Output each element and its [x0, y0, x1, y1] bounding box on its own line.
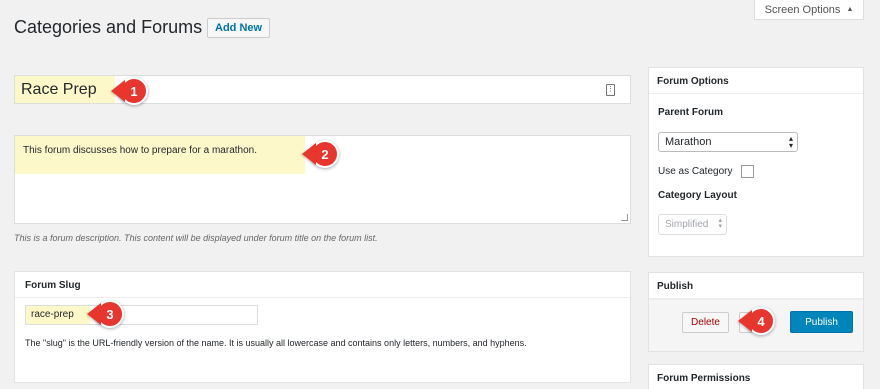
publish-button[interactable]: Publish — [790, 311, 853, 333]
description-help-text: This is a forum description. This conten… — [14, 233, 378, 243]
callout-4: 4 — [738, 305, 775, 337]
delete-button[interactable]: Delete — [682, 312, 729, 333]
forum-title-input[interactable]: Race Prep — [14, 75, 631, 104]
forum-slug-input[interactable]: race-prep — [25, 305, 258, 325]
forum-slug-heading: Forum Slug — [25, 280, 81, 291]
parent-forum-value: Marathon — [665, 136, 712, 148]
forum-options-panel: Forum Options Parent Forum Marathon ▴ ▾ U… — [648, 67, 864, 257]
screen-options-label: Screen Options — [764, 3, 841, 16]
parent-forum-label: Parent Forum — [658, 107, 724, 118]
forum-options-heading: Forum Options — [649, 68, 863, 94]
forum-slug-value: race-prep — [31, 309, 74, 320]
resize-handle-icon[interactable] — [621, 214, 628, 221]
category-layout-label: Category Layout — [658, 190, 737, 201]
callout-arrow-icon — [738, 310, 752, 332]
use-as-category-checkbox[interactable] — [741, 165, 754, 178]
add-new-button[interactable]: Add New — [207, 18, 271, 38]
callout-1: 1 — [111, 75, 148, 107]
slug-help-text: The "slug" is the URL-friendly version o… — [25, 338, 527, 348]
forum-title-value: Race Prep — [21, 81, 97, 98]
select-arrows-icon: ▴ ▾ — [718, 217, 722, 230]
callout-2: 2 — [302, 138, 339, 170]
category-layout-value: Simplified — [665, 219, 709, 230]
field-icon[interactable]: ⋮ — [606, 84, 615, 96]
caret-up-icon: ▲ — [846, 6, 854, 13]
forum-permissions-panel: Forum Permissions — [648, 364, 864, 389]
page-title: Categories and Forums — [14, 17, 203, 37]
parent-forum-select[interactable]: Marathon ▴ ▾ — [658, 132, 798, 152]
publish-heading: Publish — [649, 273, 863, 299]
forum-description-value: This forum discusses how to prepare for … — [23, 145, 257, 156]
callout-arrow-icon — [111, 80, 125, 102]
forum-permissions-heading: Forum Permissions — [657, 373, 751, 384]
callout-3: 3 — [87, 298, 124, 330]
category-layout-select[interactable]: Simplified ▴ ▾ — [658, 214, 727, 235]
screen-options-toggle[interactable]: Screen Options ▲ — [754, 0, 864, 20]
select-arrows-icon: ▴ ▾ — [788, 134, 793, 150]
callout-arrow-icon — [302, 143, 316, 165]
callout-arrow-icon — [87, 303, 101, 325]
use-as-category-label: Use as Category — [658, 166, 733, 177]
